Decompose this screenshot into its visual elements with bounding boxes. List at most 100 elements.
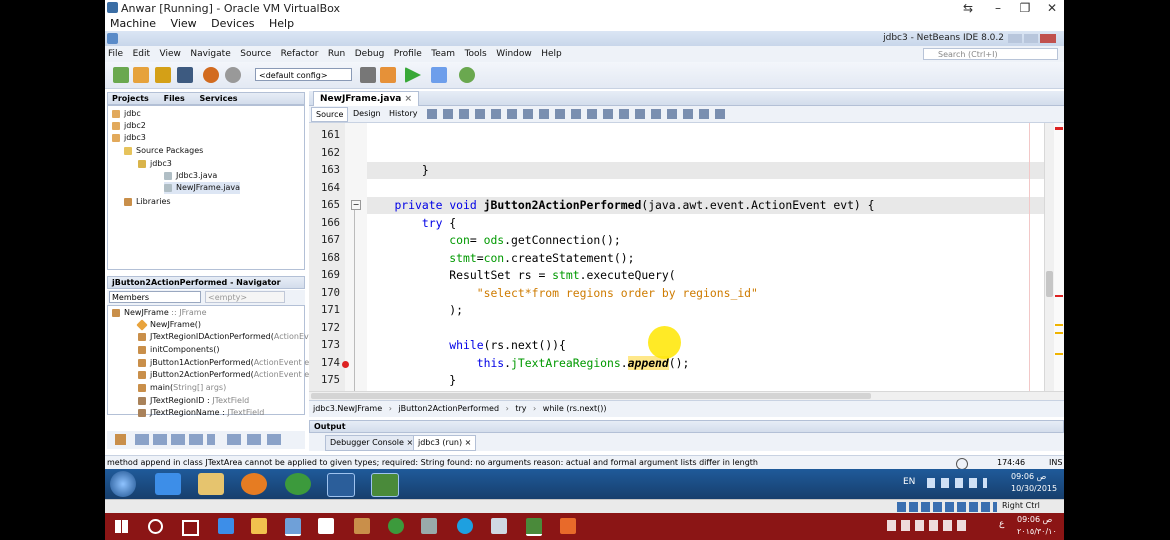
menu-file[interactable]: File [108, 49, 123, 59]
design-mode-button[interactable]: Design [349, 107, 385, 120]
open-project-icon[interactable] [155, 67, 171, 83]
undo-icon[interactable] [203, 67, 219, 83]
warning-stripe-mark[interactable] [1055, 324, 1063, 326]
edge-icon[interactable] [218, 518, 234, 534]
menu-source[interactable]: Source [240, 49, 271, 59]
menu-team[interactable]: Team [431, 49, 455, 59]
nb-restore-icon[interactable] [1024, 34, 1038, 43]
menu-view[interactable]: View [171, 17, 197, 30]
menu-machine[interactable]: Machine [110, 17, 156, 30]
close-tab-icon[interactable]: × [405, 94, 413, 104]
nav-item[interactable]: main(String[] args) [138, 382, 226, 394]
nav-item[interactable]: jButton2ActionPerformed(ActionEvent evt [138, 369, 317, 381]
tab-projects[interactable]: Projects [112, 94, 149, 103]
scroll-thumb[interactable] [1046, 271, 1053, 297]
host-tray-icons[interactable] [887, 520, 967, 531]
tree-item-selected[interactable]: NewJFrame.java [164, 182, 241, 194]
file-explorer-icon[interactable] [198, 473, 224, 495]
profile-icon[interactable] [459, 67, 475, 83]
hscroll-thumb[interactable] [311, 393, 871, 399]
menu-help-nb[interactable]: Help [541, 49, 562, 59]
host-explorer-icon[interactable] [251, 518, 267, 534]
code-line[interactable]: while(rs.next()){ [367, 337, 1044, 354]
debug-icon[interactable] [431, 67, 447, 83]
code-line[interactable]: try { [367, 215, 1044, 232]
tab-services[interactable]: Services [200, 94, 238, 103]
nav-item[interactable]: JTextRegionName : JTextField [138, 407, 264, 419]
search-input[interactable]: Search (Ctrl+I) [923, 48, 1058, 60]
game-icon[interactable] [421, 518, 437, 534]
menu-tools[interactable]: Tools [465, 49, 487, 59]
breadcrumb-try[interactable]: try [515, 404, 526, 413]
source-mode-button[interactable]: Source [311, 107, 349, 122]
menu-edit[interactable]: Edit [133, 49, 150, 59]
warning-stripe-mark[interactable] [1055, 332, 1063, 334]
tree-item[interactable]: Source Packages [124, 145, 203, 157]
code-line[interactable]: private void jButton2ActionPerformed(jav… [367, 197, 1044, 214]
tab-newjframe[interactable]: NewJFrame.java × [313, 91, 420, 106]
code-editor[interactable]: } private void jButton2ActionPerformed(j… [367, 123, 1044, 391]
code-line[interactable]: "select*from regions order by regions_id… [367, 285, 1044, 302]
host-lang[interactable]: ع [999, 519, 1004, 529]
close-button[interactable]: ✕ [1037, 0, 1064, 16]
breadcrumb-method[interactable]: jButton2ActionPerformed [398, 404, 499, 413]
code-line[interactable]: ); [367, 302, 1044, 319]
host-chrome-icon[interactable] [388, 518, 404, 534]
filter-icon[interactable] [115, 434, 126, 445]
maximize-button[interactable]: ❐ [1010, 0, 1040, 16]
config-dropdown[interactable]: <default config> [255, 68, 352, 81]
netbeans-window-controls[interactable] [1008, 33, 1060, 43]
menu-navigate[interactable]: Navigate [190, 49, 230, 59]
sort-buttons-icon[interactable] [227, 434, 287, 445]
windows-start-icon[interactable] [115, 520, 128, 533]
host-netbeans-icon[interactable] [526, 518, 542, 536]
menu-help[interactable]: Help [269, 17, 294, 30]
menu-refactor[interactable]: Refactor [281, 49, 319, 59]
new-file-icon[interactable] [133, 67, 149, 83]
search-icon[interactable] [148, 519, 163, 534]
store-icon[interactable] [318, 518, 334, 534]
code-line[interactable] [367, 127, 1044, 144]
menu-debug[interactable]: Debug [355, 49, 385, 59]
breadcrumb-class[interactable]: jdbc3.NewJFrame [313, 404, 382, 413]
code-line[interactable]: con= ods.getConnection(); [367, 232, 1044, 249]
guest-lang[interactable]: EN [903, 477, 915, 487]
code-line[interactable]: } [367, 372, 1044, 389]
tab-debugger-console[interactable]: Debugger Console × [325, 435, 419, 451]
media-player-icon[interactable] [241, 473, 267, 495]
code-line[interactable]: ResultSet rs = stmt.executeQuery( [367, 267, 1044, 284]
code-line[interactable]: } [367, 162, 1044, 179]
internet-explorer-icon[interactable] [155, 473, 181, 495]
vbox-device-icons[interactable] [897, 502, 997, 512]
task-view-icon[interactable] [182, 520, 199, 536]
menu-view-nb[interactable]: View [160, 49, 181, 59]
error-stripe-mark[interactable] [1055, 295, 1063, 297]
tree-item[interactable]: Libraries [124, 196, 171, 208]
build-icon[interactable] [360, 67, 376, 83]
menu-window[interactable]: Window [496, 49, 532, 59]
chrome-icon[interactable] [285, 473, 311, 495]
guest-tray-icons[interactable] [927, 478, 987, 488]
virtualbox-app-icon[interactable] [327, 473, 355, 497]
code-line[interactable] [367, 180, 1044, 197]
error-stripe-mark[interactable] [1055, 127, 1063, 130]
editor-tool-icons[interactable] [427, 109, 727, 119]
fold-icon[interactable]: − [351, 200, 361, 210]
notes-icon[interactable] [491, 518, 507, 534]
start-orb-icon[interactable] [110, 471, 136, 497]
menu-devices[interactable]: Devices [211, 17, 254, 30]
filter-buttons-icon[interactable] [135, 434, 215, 445]
nav-item[interactable]: initComponents() [138, 344, 220, 356]
archive-icon[interactable] [354, 518, 370, 534]
nav-item[interactable]: JTextRegionIDActionPerformed(ActionEve [138, 331, 314, 343]
nav-item[interactable]: JTextRegionID : JTextField [138, 395, 249, 407]
nav-item[interactable]: NewJFrame() [136, 318, 201, 331]
menu-run[interactable]: Run [328, 49, 345, 59]
minimize-button[interactable]: – [983, 0, 1013, 16]
tab-files[interactable]: Files [164, 94, 185, 103]
history-mode-button[interactable]: History [385, 107, 421, 120]
breadcrumb-while[interactable]: while (rs.next()) [543, 404, 607, 413]
menu-profile[interactable]: Profile [394, 49, 422, 59]
skype-icon[interactable] [457, 518, 473, 534]
nb-minimize-icon[interactable] [1008, 34, 1022, 43]
